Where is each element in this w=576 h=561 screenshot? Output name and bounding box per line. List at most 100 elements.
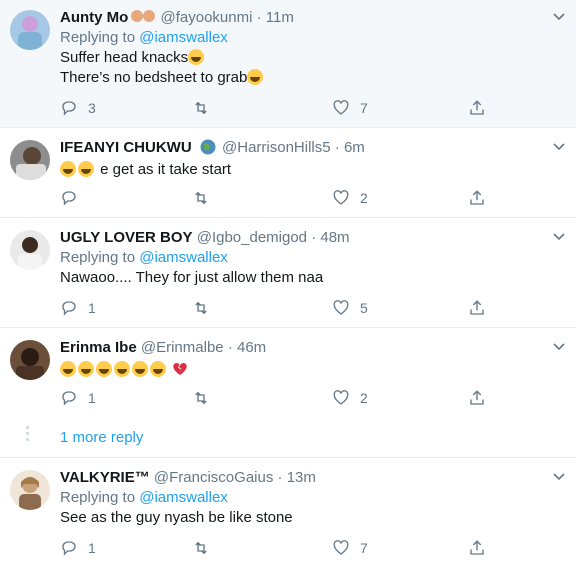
- reply-count: 1: [88, 390, 96, 406]
- retweet-icon: [195, 191, 207, 205]
- reply-button[interactable]: [60, 188, 88, 208]
- replying-to: Replying to @iamswallex: [60, 248, 546, 268]
- like-icon: [333, 190, 349, 205]
- timestamp[interactable]: 46m: [237, 339, 266, 356]
- retweet-icon: [195, 101, 207, 115]
- user-handle[interactable]: @fayookunmi: [161, 9, 253, 26]
- timestamp[interactable]: 48m: [320, 229, 349, 246]
- like-icon: [333, 100, 349, 115]
- retweet-button[interactable]: [192, 298, 220, 318]
- reply-button[interactable]: 3: [60, 98, 96, 118]
- replying-to: Replying to @iamswallex: [60, 28, 546, 48]
- separator: ·: [256, 9, 262, 26]
- user-handle[interactable]: @Erinmalbe: [141, 339, 224, 356]
- tweet[interactable]: Erinma Ibe @Erinmalbe · 46m 1 2 1 more r…: [0, 328, 576, 458]
- tweet-text: Suffer head knacks There’s no bedsheet t…: [60, 48, 546, 88]
- tweet[interactable]: UGLY LOVER BOY @Igbo_demigod · 48m Reply…: [0, 218, 576, 328]
- laughing-emoji: [132, 361, 148, 377]
- user-handle[interactable]: @HarrisonHills5: [222, 139, 331, 156]
- tweet[interactable]: VALKYRIE™ @FranciscoGaius · 13m Replying…: [0, 458, 576, 561]
- tweet[interactable]: Aunty Mo @fayookunmi · 11m Replying to @…: [0, 0, 576, 128]
- separator: ·: [334, 139, 340, 156]
- separator: ·: [227, 339, 233, 356]
- share-button[interactable]: [468, 98, 486, 118]
- share-icon: [470, 390, 484, 405]
- like-count: 2: [360, 190, 368, 206]
- reply-button[interactable]: 1: [60, 388, 96, 408]
- broken-heart-icon: [173, 363, 187, 375]
- chevron-down-icon[interactable]: [552, 140, 566, 154]
- like-button[interactable]: 7: [332, 98, 368, 118]
- tweet-header: VALKYRIE™ @FranciscoGaius · 13m: [60, 468, 546, 488]
- retweet-button[interactable]: [192, 188, 220, 208]
- display-name[interactable]: VALKYRIE™: [60, 469, 150, 486]
- avatar[interactable]: [10, 140, 50, 180]
- avatar[interactable]: [10, 470, 50, 510]
- retweet-button[interactable]: [192, 538, 220, 558]
- display-name[interactable]: Erinma Ibe: [60, 339, 137, 356]
- share-button[interactable]: [468, 538, 486, 558]
- share-icon: [470, 540, 484, 555]
- user-handle[interactable]: @FranciscoGaius: [154, 469, 273, 486]
- avatar[interactable]: [10, 340, 50, 380]
- like-button[interactable]: 5: [332, 298, 368, 318]
- mention-link[interactable]: @iamswallex: [139, 489, 228, 506]
- like-icon: [333, 300, 349, 315]
- reply-count: 1: [88, 300, 96, 316]
- like-count: 7: [360, 540, 368, 556]
- laughing-emoji: [114, 361, 130, 377]
- chevron-down-icon[interactable]: [552, 230, 566, 244]
- chevron-down-icon[interactable]: [552, 470, 566, 484]
- timestamp[interactable]: 13m: [287, 469, 316, 486]
- mention-link[interactable]: @iamswallex: [139, 29, 228, 46]
- replying-prefix: Replying to: [60, 489, 136, 506]
- share-button[interactable]: [468, 388, 486, 408]
- tweet-line: Suffer head knacks: [60, 48, 546, 68]
- user-handle[interactable]: @Igbo_demigod: [197, 229, 307, 246]
- mention-link[interactable]: @iamswallex: [139, 249, 228, 266]
- like-button[interactable]: 7: [332, 538, 368, 558]
- like-button[interactable]: 2: [332, 388, 368, 408]
- reply-count: 3: [88, 100, 96, 116]
- retweet-icon: [195, 541, 207, 555]
- like-button[interactable]: 2: [332, 188, 368, 208]
- share-button[interactable]: [468, 298, 486, 318]
- timestamp[interactable]: 11m: [266, 9, 294, 26]
- tweet-text: Nawaoo.... They for just allow them naa: [60, 269, 324, 286]
- retweet-icon: [195, 301, 207, 315]
- display-name[interactable]: IFEANYI CHUKWU: [60, 139, 192, 156]
- avatar[interactable]: [10, 10, 50, 50]
- chevron-down-icon[interactable]: [552, 10, 566, 24]
- share-button[interactable]: [468, 188, 486, 208]
- reply-icon: [62, 541, 76, 556]
- reply-button[interactable]: 1: [60, 298, 96, 318]
- tweet-header: UGLY LOVER BOY @Igbo_demigod · 48m: [60, 228, 546, 248]
- share-icon: [470, 300, 484, 315]
- display-name[interactable]: Aunty Mo: [60, 9, 128, 26]
- crying-emoji: [247, 69, 264, 85]
- tweet-text: e get as it take start: [60, 160, 546, 180]
- tweet-header: IFEANYI CHUKWU @HarrisonHills5 · 6m: [60, 138, 546, 158]
- reply-button[interactable]: 1: [60, 538, 96, 558]
- timestamp[interactable]: 6m: [344, 139, 365, 156]
- laughing-emoji: [78, 161, 94, 177]
- replying-to: Replying to @iamswallex: [60, 488, 546, 508]
- tweet[interactable]: IFEANYI CHUKWU @HarrisonHills5 · 6m e ge…: [0, 128, 576, 218]
- reply-icon: [62, 191, 76, 206]
- like-icon: [333, 390, 349, 405]
- avatar[interactable]: [10, 230, 50, 270]
- retweet-button[interactable]: [192, 98, 220, 118]
- more-replies-link[interactable]: 1 more reply: [60, 428, 143, 448]
- tweet-text: See as the guy nyash be like stone: [60, 509, 293, 526]
- verified-globe-icon: [200, 139, 216, 155]
- reply-count: 1: [88, 540, 96, 556]
- replying-prefix: Replying to: [60, 29, 136, 46]
- like-count: 2: [360, 390, 368, 406]
- chevron-down-icon[interactable]: [552, 340, 566, 354]
- tweet-line: There’s no bedsheet to grab: [60, 68, 546, 88]
- display-name[interactable]: UGLY LOVER BOY: [60, 229, 193, 246]
- retweet-button[interactable]: [192, 388, 220, 408]
- like-icon: [333, 540, 349, 555]
- reply-icon: [62, 391, 76, 406]
- emoji: [128, 9, 156, 26]
